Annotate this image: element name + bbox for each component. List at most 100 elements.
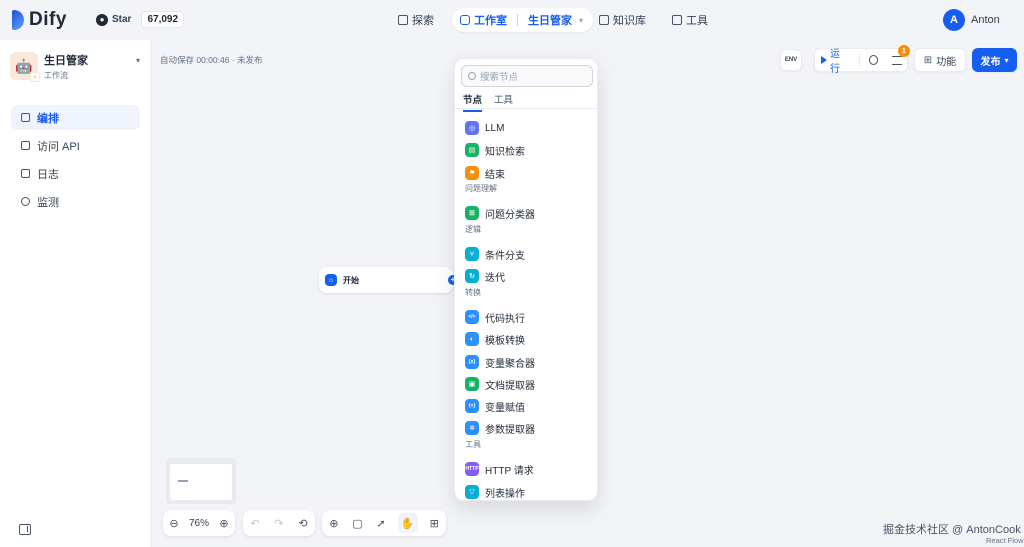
avatar: A — [943, 9, 965, 31]
sidebar-item-label: 编排 — [37, 112, 59, 125]
chevron-down-icon[interactable]: ▾ — [136, 56, 140, 65]
history-clock-icon[interactable] — [868, 55, 879, 65]
node-option[interactable]: ⑂ 条件分支 — [465, 245, 525, 263]
github-star-button[interactable]: ● Star 67,092 — [96, 11, 185, 28]
sidebar-item-logs[interactable]: 日志 — [11, 161, 140, 186]
minimap[interactable] — [166, 458, 236, 504]
node-type-icon: ⑂ — [465, 247, 479, 261]
dify-logo-icon — [12, 10, 24, 30]
node-option[interactable]: HTTP HTTP 请求 — [465, 460, 534, 478]
sidebar-collapse-icon[interactable] — [19, 524, 31, 535]
nav-studio-label: 工作室 — [474, 15, 507, 27]
node-option[interactable]: [x] 变量聚合器 — [465, 353, 535, 371]
sidebar-item-api[interactable]: 访问 API — [11, 133, 140, 158]
nav-explore-label: 探索 — [412, 15, 434, 27]
zoom-level[interactable]: 76% — [189, 518, 209, 529]
nav-explore[interactable]: 探索 — [398, 8, 434, 32]
nav-separator — [517, 14, 518, 26]
app-info-card[interactable]: 🤖 ⚡ 生日管家 工作流 ▾ — [10, 50, 140, 82]
env-button[interactable]: ENV — [780, 49, 802, 71]
node-type-icon: ↻ — [465, 269, 479, 283]
search-icon — [468, 72, 476, 80]
add-note-icon[interactable]: ▢ — [350, 516, 364, 530]
node-option[interactable]: ↻ 迭代 — [465, 267, 505, 285]
log-icon — [21, 169, 30, 178]
autosave-status: 自动保存 00:00:46 · 未发布 — [160, 55, 263, 65]
node-type-icon: </> — [465, 310, 479, 324]
node-option-label: 列表操作 — [485, 488, 525, 500]
node-option[interactable]: ⊞ 问题分类器 — [465, 204, 535, 222]
node-option-label: 变量赋值 — [485, 402, 525, 414]
zoom-controls: ⊖ 76% ⊕ — [163, 510, 235, 536]
version-history-icon[interactable]: ⟲ — [296, 516, 310, 530]
dify-logo[interactable]: Dify — [12, 9, 67, 31]
node-option-label: 代码执行 — [485, 313, 525, 325]
features-label: 功能 — [936, 56, 957, 68]
history-controls: ↶ ↷ ⟲ — [243, 510, 315, 536]
publish-button[interactable]: 发布 ▾ — [972, 48, 1017, 72]
app-type: 工作流 — [44, 70, 68, 80]
redo-icon[interactable]: ↷ — [272, 516, 286, 530]
minimap-viewport — [170, 464, 232, 500]
start-node[interactable]: ⌂ 开始 + — [319, 267, 458, 293]
node-option-label: LLM — [485, 122, 505, 134]
terminal-icon — [21, 141, 30, 150]
node-type-icon: {=} — [465, 399, 479, 413]
toolbar-divider — [858, 53, 860, 67]
nav-studio[interactable]: 工作室 生日管家 ▾ — [452, 8, 594, 32]
github-star-count: 67,092 — [141, 11, 185, 28]
node-selector-popover: 搜索节点 节点 工具 ◎ LLM ▤ 知识检索 ⚑ 结束 问题理解 ⊞ 问题分类器 逻辑 ⑂ 条件分支… — [454, 58, 598, 501]
node-type-icon: [x] — [465, 355, 479, 369]
sidebar-item-monitor[interactable]: 监测 — [11, 189, 140, 214]
node-option[interactable]: ▣ 文档提取器 — [465, 375, 535, 393]
node-option[interactable]: {=} 变量赋值 — [465, 397, 525, 415]
node-type-icon: ⊞ — [465, 206, 479, 220]
node-option[interactable]: </> 代码执行 — [465, 308, 525, 326]
user-menu[interactable]: A Anton — [943, 9, 1000, 31]
chevron-down-icon: ▾ — [579, 15, 584, 25]
hammer-icon — [672, 15, 682, 25]
tab-nodes[interactable]: 节点 — [463, 92, 483, 112]
monitor-icon — [21, 197, 30, 206]
add-block-icon[interactable]: ⊕ — [327, 516, 341, 530]
current-app-selector[interactable]: 生日管家 — [528, 12, 572, 28]
zoom-out-icon[interactable]: ⊖ — [167, 516, 181, 530]
nav-tools-label: 工具 — [686, 15, 708, 27]
nav-tools[interactable]: 工具 — [672, 8, 708, 32]
node-option[interactable]: ▽ 列表操作 — [465, 483, 525, 501]
github-star-label: Star — [112, 14, 132, 25]
sidebar-item-orchestrate[interactable]: 编排 — [11, 105, 140, 130]
react-flow-attribution[interactable]: React Flow — [986, 536, 1024, 545]
node-option[interactable]: ◎ LLM — [465, 119, 504, 137]
robot-icon — [460, 15, 470, 25]
nav-knowledge[interactable]: 知识库 — [599, 8, 646, 32]
node-group-label: 问题理解 — [465, 184, 497, 193]
start-node-label: 开始 — [343, 275, 359, 285]
node-option[interactable]: ▤ 知识检索 — [465, 141, 525, 159]
checklist-icon[interactable] — [892, 55, 902, 65]
node-option[interactable]: ⚑ 结束 — [465, 164, 505, 182]
minimap-node-mark — [178, 480, 188, 482]
undo-icon[interactable]: ↶ — [248, 516, 262, 530]
node-option[interactable]: ◐ 模板转换 — [465, 330, 525, 348]
zoom-in-icon[interactable]: ⊕ — [217, 516, 231, 530]
hand-icon[interactable]: ✋ — [397, 513, 418, 533]
features-button[interactable]: ⊞ 功能 — [914, 48, 966, 72]
tab-tools[interactable]: 工具 — [494, 92, 513, 112]
node-option-label: 问题分类器 — [485, 209, 535, 221]
pointer-icon[interactable]: ➚ — [374, 516, 388, 530]
node-search-input[interactable]: 搜索节点 — [461, 65, 593, 87]
app-avatar: 🤖 ⚡ — [10, 52, 40, 82]
organize-layout-icon[interactable]: ⊞ — [427, 516, 441, 530]
node-option-label: 参数提取器 — [485, 424, 535, 436]
node-option-label: HTTP 请求 — [485, 465, 534, 477]
canvas-tools: ⊕ ▢ ➚ ✋ ⊞ — [322, 510, 446, 536]
workflow-canvas[interactable]: 自动保存 00:00:46 · 未发布 ENV 运行 1 ⊞ 功能 发布 ▾ ⌂… — [152, 40, 1024, 547]
node-option[interactable]: ✲ 参数提取器 — [465, 419, 535, 437]
run-label: 运行 — [830, 49, 840, 75]
node-type-icon: HTTP — [465, 462, 479, 476]
features-grid-icon: ⊞ — [923, 54, 933, 66]
node-type-icon: ◐ — [465, 332, 479, 346]
run-button[interactable]: 运行 — [815, 45, 855, 75]
checklist-count-badge: 1 — [898, 45, 910, 57]
